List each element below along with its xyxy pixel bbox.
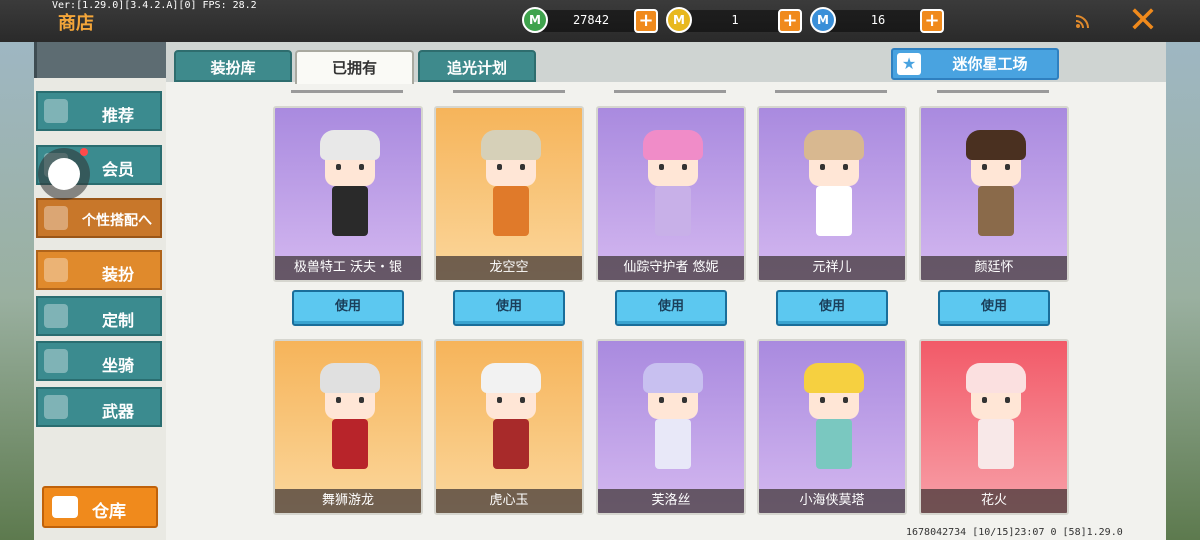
sidebar-item-label: 推荐 [101, 106, 134, 125]
outfit-name: 颜廷怀 [921, 256, 1067, 280]
mini-point-icon: M [810, 7, 836, 33]
outfit-icon [44, 206, 68, 230]
outfit-name: 花火 [921, 489, 1067, 513]
outfit-card[interactable]: 芙洛丝 [596, 339, 746, 515]
outfit-card[interactable]: 虎心玉 [434, 339, 584, 515]
outfit-card[interactable]: 龙空空 [434, 106, 584, 282]
use-button[interactable]: 使用 [615, 290, 727, 326]
mini-coin-icon: M [666, 7, 692, 33]
assist-ball-icon [48, 158, 80, 190]
character-avatar [481, 363, 541, 481]
add-mini-coin-button[interactable]: + [778, 9, 802, 33]
outfit-name: 龙空空 [436, 256, 582, 280]
use-button[interactable]: 使用 [453, 290, 565, 326]
warehouse-icon [52, 496, 78, 518]
tab-owned[interactable]: 已拥有 [295, 50, 414, 84]
sidebar-item-label: 定制 [101, 311, 134, 330]
use-button[interactable]: 使用 [292, 290, 404, 326]
mini-bean-icon: M [522, 7, 548, 33]
outfit-name: 虎心玉 [436, 489, 582, 513]
add-mini-bean-button[interactable]: + [634, 9, 658, 33]
sidebar-item-mount[interactable]: 坐骑 [36, 341, 162, 381]
pencil-icon [44, 304, 68, 328]
divider [291, 90, 403, 93]
outfit-name: 元祥儿 [759, 256, 905, 280]
tab-dress-library[interactable]: 装扮库 [174, 50, 292, 82]
outfit-name: 芙洛丝 [598, 489, 744, 513]
notification-dot [80, 148, 88, 156]
outfit-card[interactable]: 元祥儿 [757, 106, 907, 282]
divider [453, 90, 565, 93]
character-avatar [320, 130, 380, 248]
workshop-label: 迷你星工场 [952, 55, 1028, 73]
mount-icon [44, 349, 68, 373]
sidebar-item-label: 会员 [101, 160, 134, 179]
divider [775, 90, 887, 93]
use-button[interactable]: 使用 [938, 290, 1050, 326]
sidebar-item-dress-up[interactable]: 装扮 [36, 250, 162, 290]
warehouse-label: 仓库 [92, 502, 126, 522]
outfit-card[interactable]: 花火 [919, 339, 1069, 515]
outfit-name: 仙踪守护者 悠妮 [598, 256, 744, 280]
currency-value: 1 [731, 13, 739, 27]
outfit-card[interactable]: 仙踪守护者 悠妮 [596, 106, 746, 282]
signal-icon [1076, 15, 1089, 28]
character-avatar [481, 130, 541, 248]
outfit-name: 小海侠莫塔 [759, 489, 905, 513]
outfit-card[interactable]: 颜廷怀 [919, 106, 1069, 282]
character-avatar [643, 363, 703, 481]
sidebar-item-recommend[interactable]: 推荐 [36, 91, 162, 131]
background-scenery-right [1160, 0, 1200, 540]
sidebar-item-label: 个性搭配へ [82, 213, 152, 229]
sidebar-item-label: 坐骑 [101, 356, 134, 375]
build-info: 1678042734 [10/15]23:07 0 [58]1.29.0 [906, 527, 1123, 538]
sidebar-item-personal-outfit[interactable]: 个性搭配へ [36, 198, 162, 238]
outfit-card[interactable]: 舞狮游龙 [273, 339, 423, 515]
outfit-name: 舞狮游龙 [275, 489, 421, 513]
use-button[interactable]: 使用 [776, 290, 888, 326]
shirt-icon [44, 258, 68, 282]
character-avatar [966, 130, 1026, 248]
outfit-card[interactable]: 小海侠莫塔 [757, 339, 907, 515]
currency-value: 27842 [572, 13, 610, 27]
currency-mini-coin: M 1 + [666, 7, 802, 33]
tab-chase-light-plan[interactable]: 追光计划 [418, 50, 536, 82]
character-avatar [966, 363, 1026, 481]
character-avatar [643, 130, 703, 248]
outfit-card[interactable]: 极兽特工 沃夫・银 [273, 106, 423, 282]
divider [614, 90, 726, 93]
currency-value: 16 [870, 13, 886, 27]
star-icon: ★ [897, 53, 921, 75]
sidebar-item-label: 武器 [101, 402, 134, 421]
mini-star-workshop-button[interactable]: ★ 迷你星工场 [891, 48, 1059, 80]
sidebar-item-weapon[interactable]: 武器 [36, 387, 162, 427]
outfit-name: 极兽特工 沃夫・银 [275, 256, 421, 280]
currency-mini-point: M 16 + [810, 7, 944, 33]
currency-mini-bean: M 27842 + [522, 7, 658, 33]
floating-assist-button[interactable] [38, 148, 90, 200]
character-avatar [804, 130, 864, 248]
warehouse-button[interactable]: 仓库 [42, 486, 158, 528]
character-avatar [804, 363, 864, 481]
add-mini-point-button[interactable]: + [920, 9, 944, 33]
gun-icon [44, 395, 68, 419]
sidebar-item-custom[interactable]: 定制 [36, 296, 162, 336]
close-icon[interactable]: ✕ [1117, 0, 1169, 42]
character-avatar [320, 363, 380, 481]
page-title: 商店 [58, 13, 94, 34]
sidebar-item-label: 装扮 [101, 265, 134, 284]
thumbs-up-icon [44, 99, 68, 123]
divider [937, 90, 1049, 93]
